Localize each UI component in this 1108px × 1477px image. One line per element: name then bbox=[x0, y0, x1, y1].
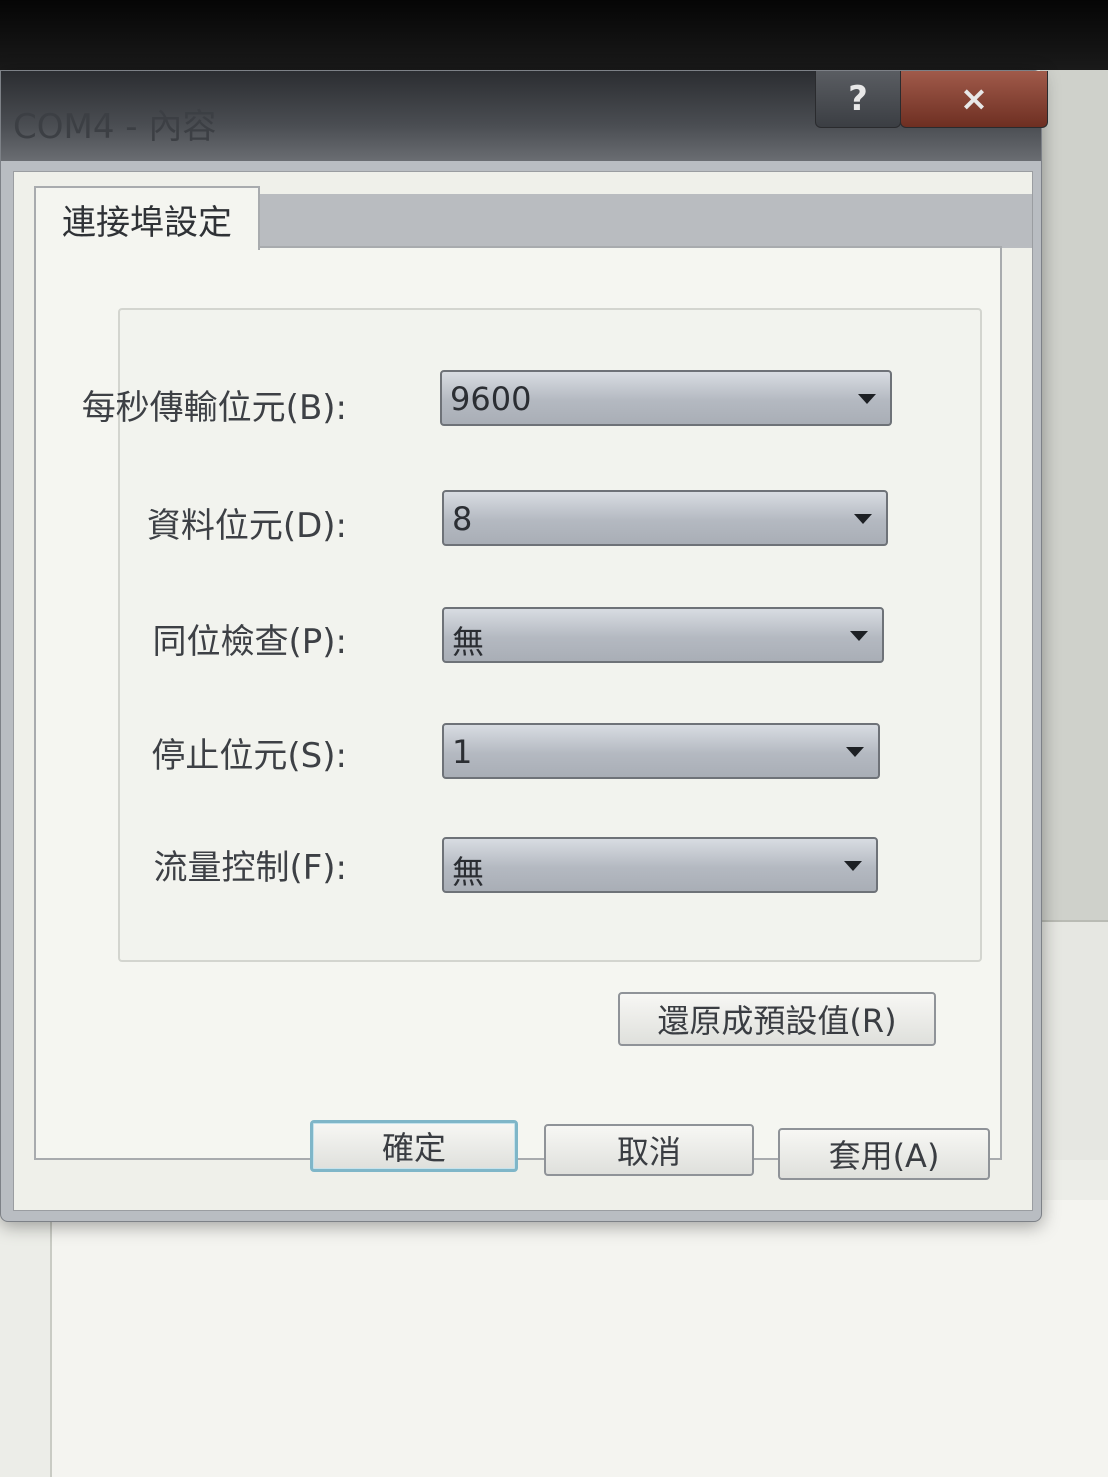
port-settings-page: 每秒傳輸位元(B): 9600 資料位元(D): 8 同位檢查(P): 無 停止… bbox=[34, 246, 1002, 1160]
chevron-down-icon bbox=[846, 747, 864, 757]
parity-select[interactable]: 無 bbox=[442, 607, 884, 663]
chevron-down-icon bbox=[844, 861, 862, 871]
background-window-edge bbox=[1040, 70, 1108, 920]
background-window-content bbox=[50, 1200, 1108, 1477]
parity-value: 無 bbox=[452, 623, 485, 661]
help-icon: ? bbox=[848, 79, 868, 119]
window-title: COM4 - 內容 bbox=[13, 107, 217, 147]
tab-port-settings[interactable]: 連接埠設定 bbox=[34, 186, 260, 250]
cancel-button[interactable]: 取消 bbox=[544, 1124, 754, 1176]
baud-rate-select[interactable]: 9600 bbox=[440, 370, 892, 426]
stop-bits-select[interactable]: 1 bbox=[442, 723, 880, 779]
help-button[interactable]: ? bbox=[815, 71, 901, 128]
chevron-down-icon bbox=[858, 394, 876, 404]
baud-rate-label: 每秒傳輸位元(B): bbox=[81, 388, 347, 428]
stop-bits-value: 1 bbox=[452, 733, 473, 771]
close-icon: × bbox=[959, 79, 989, 119]
ok-button[interactable]: 確定 bbox=[310, 1120, 518, 1172]
restore-defaults-button[interactable]: 還原成預設值(R) bbox=[618, 992, 936, 1046]
parity-label: 同位檢查(P): bbox=[152, 622, 348, 662]
apply-button[interactable]: 套用(A) bbox=[778, 1128, 990, 1180]
tab-strip bbox=[256, 194, 1032, 248]
stop-bits-label: 停止位元(S): bbox=[151, 736, 347, 776]
flow-control-select[interactable]: 無 bbox=[442, 837, 878, 893]
com-port-properties-dialog: COM4 - 內容 ? × 連接埠設定 每秒傳輸位元(B): 9600 資料位元… bbox=[0, 70, 1048, 1222]
data-bits-select[interactable]: 8 bbox=[442, 490, 888, 546]
baud-rate-value: 9600 bbox=[450, 380, 532, 418]
data-bits-label: 資料位元(D): bbox=[146, 506, 347, 546]
chevron-down-icon bbox=[850, 631, 868, 641]
chevron-down-icon bbox=[854, 514, 872, 524]
settings-group: 每秒傳輸位元(B): 9600 資料位元(D): 8 同位檢查(P): 無 停止… bbox=[82, 308, 982, 962]
flow-control-value: 無 bbox=[452, 853, 485, 891]
data-bits-value: 8 bbox=[452, 500, 473, 538]
flow-control-label: 流量控制(F): bbox=[153, 848, 347, 888]
close-button[interactable]: × bbox=[900, 71, 1048, 128]
photo-top-edge bbox=[0, 0, 1108, 70]
dialog-client-area: 連接埠設定 每秒傳輸位元(B): 9600 資料位元(D): 8 同位檢查(P)… bbox=[13, 171, 1033, 1211]
